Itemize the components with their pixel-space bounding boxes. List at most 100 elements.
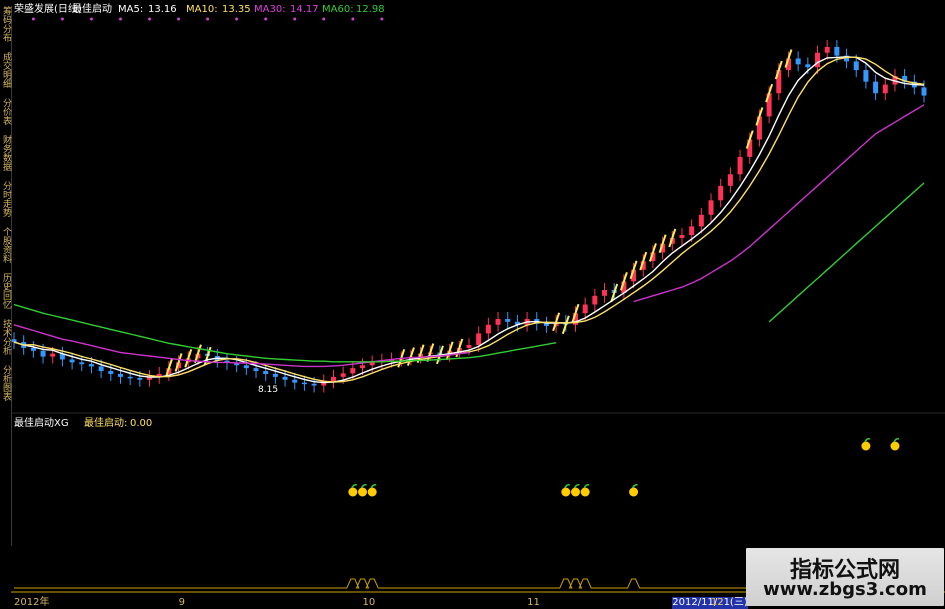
signal-leaf-8 [893, 438, 900, 443]
signal-leaf-1 [360, 484, 367, 489]
side-tab-2[interactable]: 分价表 [0, 98, 13, 125]
ma5-line [13, 56, 925, 384]
sub-panel-value: 0.00 [130, 418, 153, 429]
candle-88 [863, 70, 869, 82]
ma60-line [13, 182, 925, 363]
candle-69 [679, 235, 685, 238]
ma60-label: MA60: [322, 4, 354, 15]
top-marker-32 [322, 17, 326, 21]
signal-fruit-3 [561, 487, 571, 497]
signal-fruit-6 [629, 487, 639, 497]
ma10-label: MA10: [186, 4, 218, 15]
side-tab-3[interactable]: 财务数据 [0, 135, 13, 171]
x-tick-1: 9 [178, 597, 185, 608]
candle-81 [795, 58, 801, 65]
candle-89 [873, 81, 879, 94]
side-tab-strip: 筹码分布 成交明细 分价表 财务数据 分时走势 个股资料 历史回忆 技术分析 分… [0, 6, 12, 546]
ma5-label: MA5: [118, 4, 144, 15]
side-tab-7[interactable]: 技术分析 [0, 319, 13, 355]
top-marker-20 [206, 17, 210, 21]
watermark-url: www.zbgs3.com [763, 579, 927, 600]
sub-panel-label: 最佳启动: [84, 418, 128, 429]
candle-3 [40, 350, 46, 357]
signal-fruit-5 [580, 487, 590, 497]
candle-50 [495, 318, 501, 325]
candle-74 [727, 174, 733, 186]
candle-36 [360, 365, 366, 369]
candle-60 [592, 295, 598, 305]
ma30-line [13, 104, 925, 368]
signal-leaf-3 [564, 484, 571, 489]
x-tick-4: 2012/11/21(三) [672, 597, 748, 609]
candle-59 [582, 304, 588, 314]
candle-55 [543, 323, 549, 326]
candle-37 [369, 362, 375, 366]
candle-24 [243, 365, 249, 369]
signal-fruit-4 [570, 487, 580, 497]
side-tab-5[interactable]: 个股资料 [0, 227, 13, 263]
x-tick-5: 12 [711, 597, 724, 608]
side-tab-0[interactable]: 筹码分布 [0, 6, 13, 42]
top-marker-2 [31, 17, 35, 21]
candle-49 [485, 324, 491, 334]
candle-25 [253, 368, 259, 372]
candle-6 [69, 359, 75, 363]
low-price-label: 8.15 [258, 385, 279, 395]
ma60-value: 12.98 [356, 4, 385, 15]
chart-stage: 荣盛发展(日线) 最佳启动 MA5: 13.16 MA10: 13.35 MA3… [0, 0, 945, 609]
top-marker-5 [60, 17, 64, 21]
signal-fruit-1 [358, 487, 368, 497]
top-marker-17 [177, 17, 181, 21]
side-tab-4[interactable]: 分时走势 [0, 181, 13, 217]
ma5-value: 13.16 [148, 4, 177, 15]
candle-7 [79, 362, 85, 365]
candle-10 [108, 371, 114, 374]
top-marker-14 [148, 17, 152, 21]
x-tick-2: 10 [362, 597, 376, 608]
candle-8 [88, 364, 94, 367]
candle-26 [263, 371, 269, 374]
signal-fruit-8 [890, 441, 900, 451]
side-tab-1[interactable]: 成交明细 [0, 52, 13, 88]
signal-leaf-5 [583, 484, 590, 489]
top-marker-11 [118, 17, 122, 21]
top-marker-38 [380, 17, 384, 21]
candle-61 [602, 290, 608, 296]
signal-fruit-7 [861, 441, 871, 451]
signal-leaf-6 [631, 484, 638, 489]
candle-11 [117, 373, 123, 377]
candle-51 [505, 318, 511, 322]
signal-leaf-4 [573, 484, 580, 489]
x-tick-0: 2012年 [14, 597, 50, 608]
top-marker-26 [264, 17, 268, 21]
candle-72 [708, 200, 714, 215]
candle-83 [815, 52, 821, 68]
ma10-value: 13.35 [222, 4, 251, 15]
candle-34 [340, 373, 346, 377]
candle-48 [476, 333, 482, 346]
candle-9 [98, 366, 104, 372]
candle-2 [30, 347, 36, 351]
indicator-name: 最佳启动 [72, 4, 112, 15]
candle-28 [282, 376, 288, 380]
candlestick-chart [11, 17, 945, 593]
signal-leaf-2 [370, 484, 377, 489]
candle-70 [689, 226, 695, 236]
candle-73 [718, 185, 724, 201]
candle-84 [824, 46, 830, 53]
candle-35 [350, 368, 356, 374]
candle-71 [698, 214, 704, 227]
top-marker-29 [293, 17, 297, 21]
candle-90 [882, 84, 888, 94]
candle-75 [737, 156, 743, 175]
candle-85 [834, 46, 840, 56]
top-marker-8 [89, 17, 93, 21]
candle-29 [292, 379, 298, 383]
candle-47 [466, 345, 472, 348]
candle-13 [137, 378, 143, 380]
x-tick-3: 11 [527, 597, 540, 608]
side-tab-8[interactable]: 分析图表 [0, 365, 13, 401]
side-tab-6[interactable]: 历史回忆 [0, 273, 13, 309]
top-marker-23 [235, 17, 239, 21]
candle-12 [127, 376, 133, 379]
